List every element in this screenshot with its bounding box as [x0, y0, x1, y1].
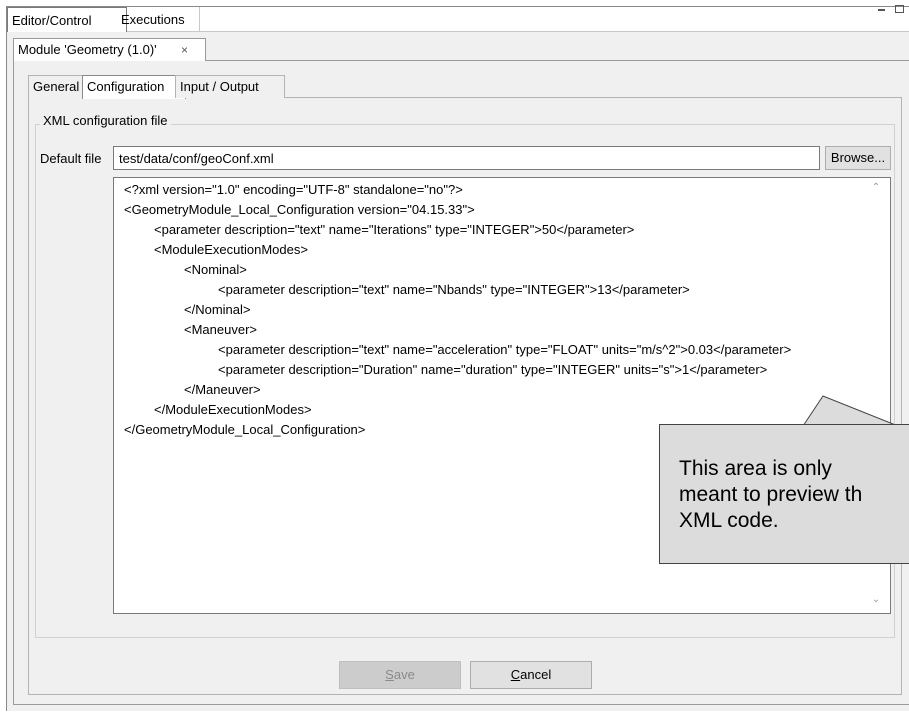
- cancel-button[interactable]: Cancel: [470, 661, 592, 689]
- tab-executions[interactable]: Executions: [117, 7, 200, 32]
- close-icon[interactable]: ×: [181, 39, 188, 61]
- tab-configuration[interactable]: Configuration: [82, 75, 186, 99]
- browse-button[interactable]: Browse...: [825, 146, 891, 170]
- xml-line: </Maneuver>: [184, 382, 261, 397]
- xml-line: </GeometryModule_Local_Configuration>: [124, 422, 366, 437]
- xml-line: <GeometryModule_Local_Configuration vers…: [124, 202, 475, 217]
- save-label: ave: [393, 667, 415, 682]
- xml-line: <Maneuver>: [184, 322, 257, 337]
- module-tab-label: Module 'Geometry (1.0)': [18, 42, 157, 57]
- default-file-input[interactable]: [113, 146, 820, 170]
- maximize-icon[interactable]: [895, 5, 904, 13]
- tab-editor-control[interactable]: Editor/Control: [7, 7, 127, 34]
- view-tab-bar: Editor/Control Executions: [7, 7, 909, 34]
- xml-line: </ModuleExecutionModes>: [154, 402, 312, 417]
- xml-line: </Nominal>: [184, 302, 251, 317]
- xml-line: <Nominal>: [184, 262, 247, 277]
- tab-module-geometry[interactable]: Module 'Geometry (1.0)' ×: [13, 38, 206, 61]
- cancel-label: ancel: [520, 667, 552, 682]
- save-mnemonic: S: [385, 667, 394, 682]
- scroll-down-icon[interactable]: ⌄: [869, 593, 883, 607]
- scroll-up-icon[interactable]: ⌃: [869, 181, 883, 195]
- xml-line: <?xml version="1.0" encoding="UTF-8" sta…: [124, 182, 463, 197]
- save-button[interactable]: Save: [339, 661, 461, 689]
- cancel-mnemonic: C: [510, 667, 521, 682]
- xml-line: <parameter description="text" name="Iter…: [154, 222, 635, 237]
- xml-line: <ModuleExecutionModes>: [154, 242, 308, 257]
- xml-line: <parameter description="text" name="Nban…: [218, 282, 690, 297]
- tab-input-output[interactable]: Input / Output: [175, 75, 285, 98]
- xml-line: <parameter description="text" name="acce…: [218, 342, 792, 357]
- minimize-icon[interactable]: [878, 9, 885, 11]
- callout-text: This area is only meant to preview th XM…: [679, 457, 863, 532]
- default-file-label: Default file: [40, 151, 102, 166]
- group-title: XML configuration file: [40, 111, 171, 131]
- xml-line: <parameter description="Duration" name="…: [218, 362, 768, 377]
